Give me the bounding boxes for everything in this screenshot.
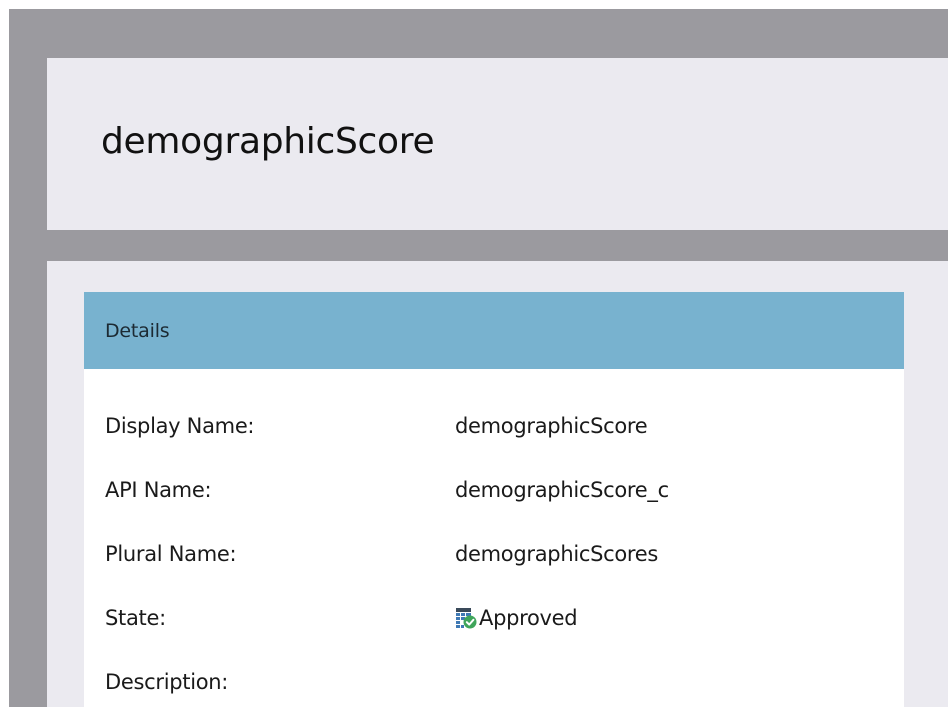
details-header-label: Details: [105, 319, 170, 342]
api-name-label: API Name:: [105, 478, 212, 502]
approved-state-icon: [455, 607, 477, 629]
state-label: State:: [105, 606, 166, 630]
display-name-value: demographicScore: [455, 414, 648, 438]
state-text: Approved: [479, 606, 578, 630]
display-name-label: Display Name:: [105, 414, 255, 438]
page-title: demographicScore: [101, 121, 435, 162]
detail-row-state: State: Approved: [105, 602, 904, 634]
detail-row-api-name: API Name: demographicScore_c: [105, 474, 904, 506]
api-name-value: demographicScore_c: [455, 478, 669, 502]
detail-row-plural-name: Plural Name: demographicScores: [105, 538, 904, 570]
detail-row-display-name: Display Name: demographicScore: [105, 410, 904, 442]
plural-name-label: Plural Name:: [105, 542, 237, 566]
details-card: Details Display Name: demographicScore A…: [47, 261, 948, 707]
state-value: Approved: [455, 606, 578, 630]
plural-name-value: demographicScores: [455, 542, 659, 566]
details-panel: Details Display Name: demographicScore A…: [84, 292, 904, 707]
details-header: Details: [84, 292, 904, 369]
detail-row-description: Description:: [105, 666, 904, 698]
title-card: demographicScore: [47, 58, 948, 230]
description-label: Description:: [105, 670, 229, 694]
